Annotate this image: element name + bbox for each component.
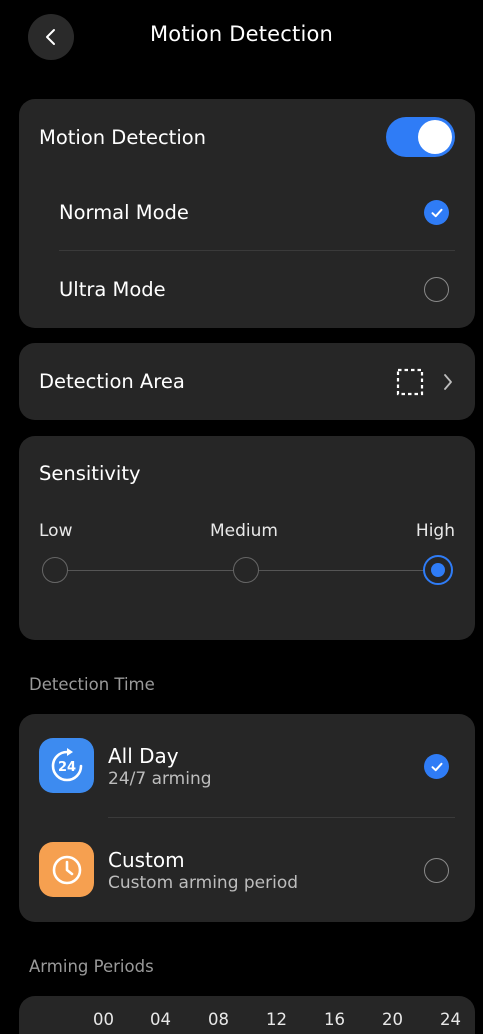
normal-mode-label: Normal Mode bbox=[59, 201, 189, 224]
motion-detection-row: Motion Detection bbox=[19, 99, 475, 175]
all-day-check[interactable] bbox=[424, 754, 449, 779]
sensitivity-label: Sensitivity bbox=[39, 462, 141, 485]
sensitivity-card: Sensitivity Low Medium High bbox=[19, 436, 475, 640]
dashed-square-icon bbox=[396, 368, 424, 396]
motion-detection-toggle[interactable] bbox=[386, 117, 455, 157]
ultra-mode-radio[interactable] bbox=[424, 277, 449, 302]
toggle-knob bbox=[418, 120, 452, 154]
sensitivity-low-label: Low bbox=[39, 521, 73, 541]
24h-cycle-icon: 24 bbox=[51, 747, 82, 781]
normal-mode-check[interactable] bbox=[424, 200, 449, 225]
hour-label-00: 00 bbox=[93, 1010, 114, 1029]
ultra-mode-row[interactable]: Ultra Mode bbox=[19, 251, 475, 328]
motion-detection-label: Motion Detection bbox=[39, 125, 207, 149]
clock-icon bbox=[52, 855, 81, 884]
custom-row[interactable]: Custom Custom arming period bbox=[19, 818, 475, 922]
normal-mode-row[interactable]: Normal Mode bbox=[19, 175, 475, 250]
custom-subtitle: Custom arming period bbox=[108, 873, 299, 893]
all-day-row[interactable]: 24 All Day 24/7 arming bbox=[19, 714, 475, 817]
sensitivity-high-stop[interactable] bbox=[423, 555, 453, 585]
arming-periods-card bbox=[19, 996, 475, 1034]
sensitivity-medium-stop[interactable] bbox=[233, 557, 259, 583]
page-title: Motion Detection bbox=[149, 22, 334, 46]
motion-detection-card: Motion Detection Normal Mode Ultra Mode bbox=[19, 99, 475, 328]
all-day-subtitle: 24/7 arming bbox=[108, 769, 212, 789]
checkmark-icon bbox=[431, 762, 442, 771]
svg-text:24: 24 bbox=[57, 760, 75, 775]
sensitivity-low-stop[interactable] bbox=[42, 557, 68, 583]
sensitivity-medium-label: Medium bbox=[210, 521, 278, 541]
hour-label-20: 20 bbox=[382, 1010, 403, 1029]
hour-label-04: 04 bbox=[150, 1010, 171, 1029]
custom-radio[interactable] bbox=[424, 858, 449, 883]
detection-area-row[interactable]: Detection Area bbox=[19, 343, 475, 420]
detection-time-section-label: Detection Time bbox=[29, 675, 155, 694]
hour-label-08: 08 bbox=[208, 1010, 229, 1029]
custom-icon-tile bbox=[39, 842, 94, 897]
hour-label-12: 12 bbox=[266, 1010, 287, 1029]
header: Motion Detection bbox=[0, 0, 483, 72]
checkmark-icon bbox=[431, 208, 442, 217]
detection-time-card: 24 All Day 24/7 arming Custom Custom arm… bbox=[19, 714, 475, 922]
all-day-title: All Day bbox=[108, 744, 179, 768]
ultra-mode-label: Ultra Mode bbox=[59, 278, 166, 301]
sensitivity-high-label: High bbox=[415, 521, 455, 541]
detection-area-card[interactable]: Detection Area bbox=[19, 343, 475, 420]
hour-label-24: 24 bbox=[440, 1010, 461, 1029]
sensitivity-selected-dot bbox=[431, 563, 445, 577]
custom-title: Custom bbox=[108, 848, 185, 872]
all-day-icon-tile: 24 bbox=[39, 738, 94, 793]
detection-area-label: Detection Area bbox=[39, 370, 185, 393]
arming-periods-section-label: Arming Periods bbox=[29, 957, 154, 976]
chevron-right-icon bbox=[444, 374, 452, 390]
hour-label-16: 16 bbox=[324, 1010, 345, 1029]
